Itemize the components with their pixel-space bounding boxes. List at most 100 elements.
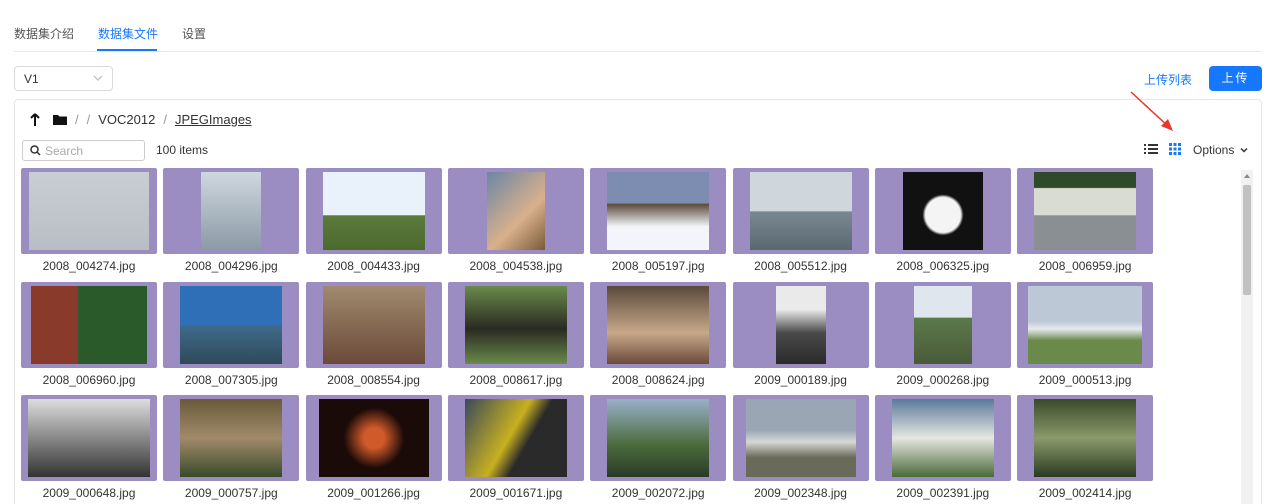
file-name[interactable]: 2008_006325.jpg: [875, 259, 1011, 273]
scrollbar-thumb[interactable]: [1243, 185, 1251, 295]
file-name[interactable]: 2009_001266.jpg: [306, 486, 442, 500]
thumbnail-image: [607, 285, 710, 364]
upload-button[interactable]: 上传: [1209, 66, 1262, 91]
thumbnail-image: [180, 285, 283, 364]
thumbnail-image: [31, 285, 147, 364]
file-tile[interactable]: [21, 281, 157, 368]
file-tile[interactable]: [874, 168, 1011, 254]
thumbnail-image: [1028, 285, 1143, 364]
file-tile[interactable]: [1017, 395, 1154, 481]
file-name[interactable]: 2009_002072.jpg: [590, 486, 726, 500]
file-name[interactable]: 2009_000513.jpg: [1017, 373, 1153, 387]
file-name[interactable]: 2008_008617.jpg: [448, 373, 584, 387]
file-tile[interactable]: [732, 168, 869, 254]
tab-dataset-files[interactable]: 数据集文件: [98, 25, 158, 42]
file-tile[interactable]: [590, 168, 727, 254]
file-name[interactable]: 2008_008624.jpg: [590, 373, 726, 387]
file-tile[interactable]: [447, 168, 584, 254]
file-name[interactable]: 2008_008554.jpg: [306, 373, 442, 387]
file-tile[interactable]: [874, 395, 1011, 481]
file-tile[interactable]: [732, 281, 869, 368]
file-name[interactable]: 2009_002391.jpg: [875, 486, 1011, 500]
thumbnail-image: [486, 172, 545, 250]
options-label: Options: [1193, 143, 1235, 157]
breadcrumb-folder[interactable]: VOC2012: [98, 112, 155, 127]
thumbnail-image: [607, 172, 710, 250]
file-tile[interactable]: [1017, 168, 1154, 254]
file-name[interactable]: 2008_005512.jpg: [733, 259, 869, 273]
file-name[interactable]: 2008_006960.jpg: [21, 373, 157, 387]
file-name[interactable]: 2009_002414.jpg: [1017, 486, 1153, 500]
thumbnail-image: [322, 285, 425, 364]
file-name[interactable]: 2008_005197.jpg: [590, 259, 726, 273]
version-select[interactable]: V1: [14, 66, 113, 91]
file-name[interactable]: 2008_007305.jpg: [163, 373, 299, 387]
search-input[interactable]: [45, 143, 141, 158]
tab-bar: 数据集介绍 数据集文件 设置: [14, 0, 1262, 52]
thumbnail-image: [322, 172, 425, 250]
file-name[interactable]: 2009_000648.jpg: [21, 486, 157, 500]
file-name[interactable]: 2009_000189.jpg: [733, 373, 869, 387]
search-box: [22, 140, 145, 161]
folder-icon[interactable]: [53, 114, 67, 126]
file-tile[interactable]: [590, 281, 727, 368]
annotation-arrow-icon: [1130, 91, 1173, 131]
file-tile[interactable]: [163, 395, 300, 481]
version-select-value: V1: [24, 72, 39, 86]
file-name[interactable]: 2008_006959.jpg: [1017, 259, 1153, 273]
file-name[interactable]: 2009_000757.jpg: [163, 486, 299, 500]
upload-list-link[interactable]: 上传列表: [1144, 71, 1192, 88]
thumbnail-image: [318, 399, 429, 477]
breadcrumb-separator: /: [75, 112, 79, 127]
grid-view-icon[interactable]: [1169, 143, 1181, 155]
thumbnail-image: [1034, 399, 1137, 477]
thumbnail-image: [891, 399, 994, 477]
file-tile[interactable]: [163, 281, 300, 368]
options-menu[interactable]: Options: [1193, 143, 1248, 157]
chevron-down-icon: [93, 75, 103, 81]
file-tile[interactable]: [447, 395, 584, 481]
thumbnail-image: [913, 285, 972, 364]
thumbnail-image: [607, 399, 710, 477]
file-tile[interactable]: [21, 395, 157, 481]
chevron-down-icon: [1240, 147, 1248, 153]
breadcrumb-separator: /: [163, 112, 167, 127]
file-name[interactable]: 2009_001671.jpg: [448, 486, 584, 500]
file-tile[interactable]: [21, 168, 157, 254]
file-name[interactable]: 2008_004274.jpg: [21, 259, 157, 273]
file-browser: / / VOC2012 / JPEGImages 100 items Optio…: [14, 91, 1262, 504]
search-icon: [30, 145, 41, 156]
file-tile[interactable]: [732, 395, 869, 481]
thumbnail-image: [464, 399, 567, 477]
file-tile[interactable]: [1017, 281, 1154, 368]
tab-settings[interactable]: 设置: [182, 25, 206, 42]
file-name[interactable]: 2008_004538.jpg: [448, 259, 584, 273]
thumbnail-image: [775, 285, 826, 364]
thumbnail-image: [749, 172, 852, 250]
file-tile[interactable]: [305, 395, 442, 481]
list-view-icon[interactable]: [1144, 143, 1158, 155]
thumbnail-image: [464, 285, 567, 364]
file-name[interactable]: 2008_004296.jpg: [163, 259, 299, 273]
file-tile[interactable]: [305, 168, 442, 254]
item-count: 100 items: [156, 143, 209, 157]
up-arrow-icon[interactable]: [29, 112, 41, 127]
thumbnail-image: [29, 172, 149, 250]
file-tile[interactable]: [163, 168, 300, 254]
file-name[interactable]: 2008_004433.jpg: [306, 259, 442, 273]
file-tile[interactable]: [305, 281, 442, 368]
thumbnail-image: [902, 172, 983, 250]
breadcrumb-current[interactable]: JPEGImages: [175, 112, 252, 127]
thumbnail-image: [745, 399, 856, 477]
scrollbar[interactable]: [1241, 170, 1253, 504]
breadcrumb: / / VOC2012 / JPEGImages: [29, 112, 252, 127]
scroll-up-icon[interactable]: [1244, 174, 1250, 178]
breadcrumb-separator: /: [86, 112, 91, 127]
tab-dataset-intro[interactable]: 数据集介绍: [14, 25, 74, 42]
file-tile[interactable]: [874, 281, 1011, 368]
file-name[interactable]: 2009_002348.jpg: [733, 486, 869, 500]
file-name[interactable]: 2009_000268.jpg: [875, 373, 1011, 387]
thumbnail-image: [1034, 172, 1137, 250]
file-tile[interactable]: [447, 281, 584, 368]
file-tile[interactable]: [590, 395, 727, 481]
